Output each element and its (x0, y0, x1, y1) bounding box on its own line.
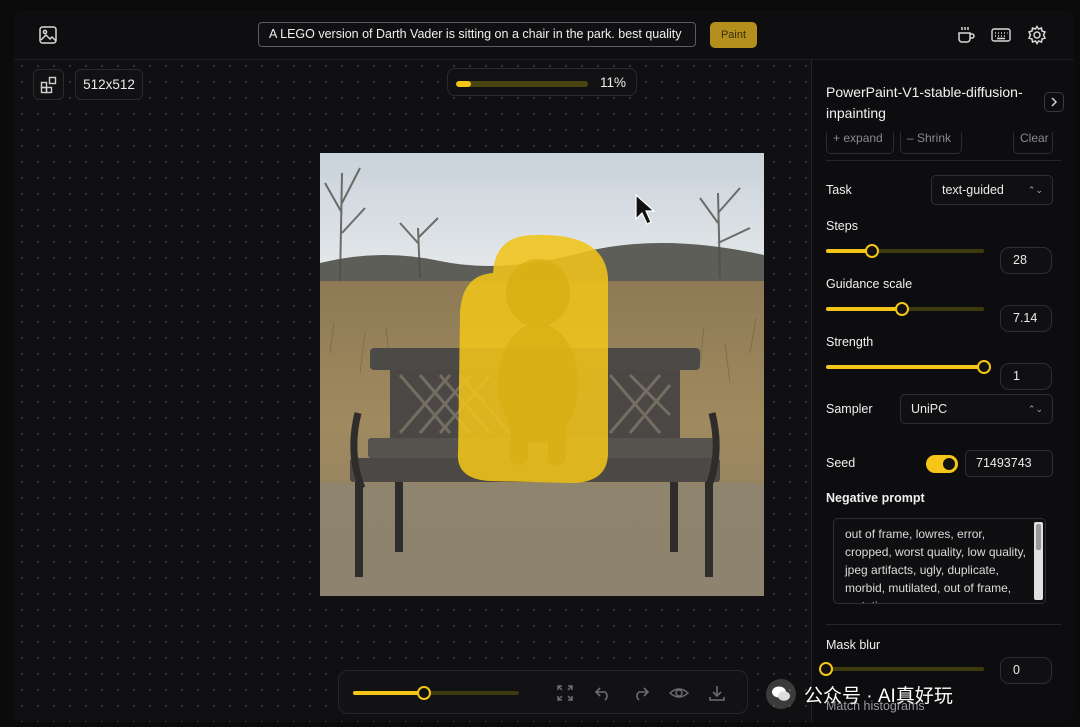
shrink-button[interactable]: – Shrink (900, 132, 962, 154)
model-title: PowerPaint-V1-stable-diffusion-inpaintin… (826, 84, 1023, 121)
divider (826, 624, 1061, 625)
progress-track (456, 81, 588, 87)
negative-prompt-textarea[interactable]: out of frame, lowres, error, cropped, wo… (833, 518, 1046, 604)
sampler-select-value: UniPC (911, 402, 948, 416)
prompt-input[interactable]: A LEGO version of Darth Vader is sitting… (258, 22, 696, 47)
negative-prompt-label: Negative prompt (826, 491, 925, 505)
steps-slider[interactable] (826, 243, 984, 259)
fullscreen-icon[interactable] (555, 683, 575, 703)
strength-input[interactable]: 1 (1000, 363, 1052, 390)
panel-toggle-button[interactable] (1044, 92, 1064, 112)
task-label: Task (826, 183, 852, 197)
chevron-right-icon (1051, 97, 1058, 107)
chevron-updown-icon: ⌃⌄ (1027, 185, 1043, 195)
textarea-scrollbar[interactable] (1034, 522, 1043, 600)
undo-icon[interactable] (593, 683, 613, 703)
progress-fill (456, 81, 471, 87)
canvas-size-label: 512x512 (75, 69, 143, 100)
steps-input[interactable]: 28 (1000, 247, 1052, 274)
guidance-slider-thumb[interactable] (894, 302, 909, 316)
brush-size-slider-thumb[interactable] (417, 686, 432, 700)
canvas-image[interactable] (320, 153, 764, 596)
guidance-label: Guidance scale (826, 277, 913, 291)
sampler-select[interactable]: UniPC ⌃⌄ (900, 394, 1053, 424)
guidance-slider[interactable] (826, 301, 984, 317)
download-icon[interactable] (707, 683, 727, 703)
progress-text: 11% (599, 75, 626, 90)
divider (826, 160, 1061, 161)
strength-slider[interactable] (826, 359, 991, 375)
watermark-text: 公众号 · AI真好玩 (804, 685, 953, 707)
task-select[interactable]: text-guided ⌃⌄ (931, 175, 1053, 205)
paint-button[interactable]: Paint (710, 22, 757, 48)
top-bar: A LEGO version of Darth Vader is sitting… (14, 10, 1074, 60)
mask-blur-slider-thumb[interactable] (819, 662, 833, 676)
eye-icon[interactable] (669, 683, 689, 703)
mask-blur-label: Mask blur (826, 638, 881, 652)
task-select-value: text-guided (942, 183, 1004, 197)
gear-icon[interactable] (1023, 21, 1051, 49)
mask-blur-slider[interactable] (819, 661, 984, 677)
settings-panel: PowerPaint-V1-stable-diffusion-inpaintin… (811, 60, 1074, 722)
strength-slider-thumb[interactable] (977, 360, 991, 374)
seed-input[interactable]: 71493743 (965, 450, 1053, 477)
mask-blur-input[interactable]: 0 (1000, 657, 1052, 684)
guidance-input[interactable]: 7.14 (1000, 305, 1052, 332)
chevron-updown-icon: ⌃⌄ (1027, 404, 1043, 414)
sampler-label: Sampler (826, 402, 873, 416)
progress-indicator: 11% (447, 68, 637, 96)
bottom-toolbar (338, 670, 748, 714)
strength-label: Strength (826, 335, 874, 349)
watermark: 公众号 · AI真好玩 (766, 676, 953, 712)
app-window: A LEGO version of Darth Vader is sitting… (14, 10, 1074, 722)
layout-icon[interactable] (33, 69, 64, 100)
keyboard-icon[interactable] (987, 21, 1015, 49)
brush-size-slider[interactable] (353, 685, 519, 701)
seed-label: Seed (826, 456, 856, 470)
wechat-icon (766, 679, 796, 709)
expand-button[interactable]: + expand (826, 132, 894, 154)
clear-button[interactable]: Clear (1013, 132, 1053, 154)
coffee-icon[interactable] (952, 21, 980, 49)
steps-label: Steps (826, 219, 858, 233)
negative-prompt-text: out of frame, lowres, error, cropped, wo… (845, 527, 1026, 603)
seed-toggle[interactable] (926, 455, 958, 473)
image-icon[interactable] (34, 21, 62, 49)
steps-slider-thumb[interactable] (864, 244, 879, 258)
redo-icon[interactable] (631, 683, 651, 703)
